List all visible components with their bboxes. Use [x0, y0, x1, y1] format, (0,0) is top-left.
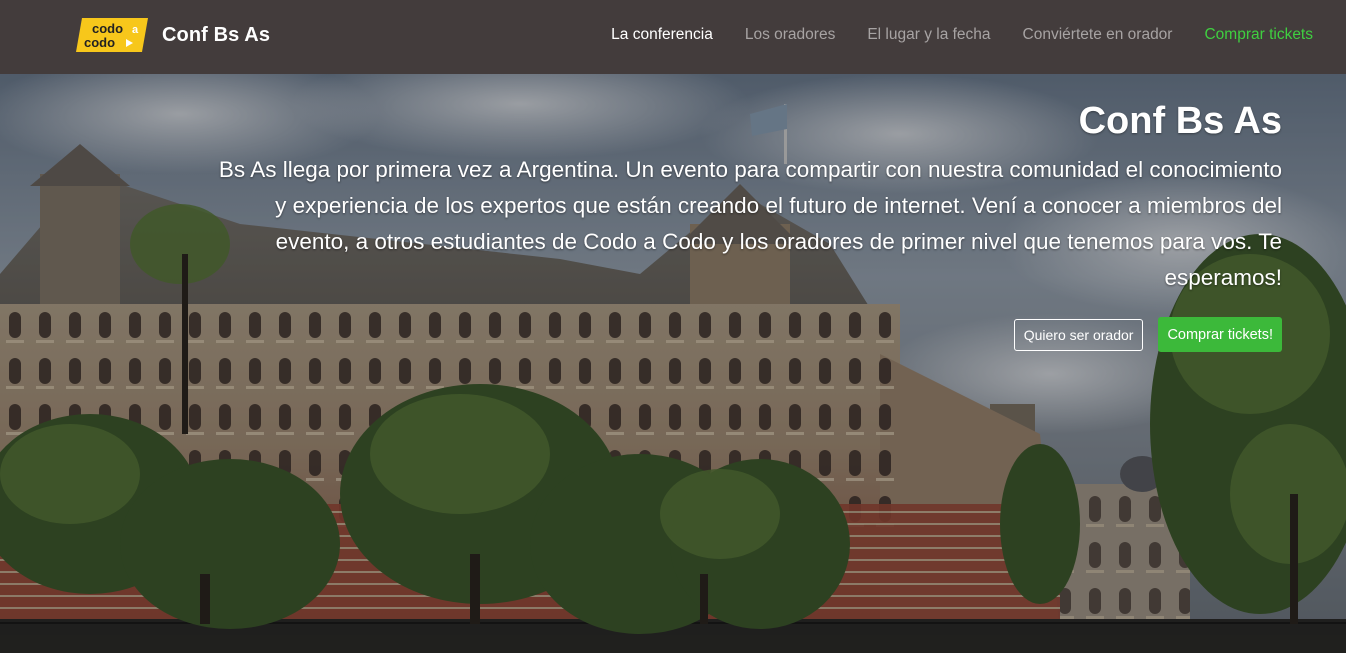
nav-comprar-tickets[interactable]: Comprar tickets: [1204, 26, 1313, 44]
brand-title[interactable]: Conf Bs As: [162, 24, 270, 47]
nav-conviertete-orador[interactable]: Conviértete en orador: [1023, 26, 1173, 44]
hero-buttons: Quiero ser orador Comprar tickets!: [1013, 317, 1282, 352]
svg-text:codo: codo: [84, 35, 115, 50]
comprar-tickets-button[interactable]: Comprar tickets!: [1158, 317, 1282, 352]
nav-lugar-fecha[interactable]: El lugar y la fecha: [867, 26, 990, 44]
hero-title: Conf Bs As: [1078, 100, 1282, 142]
nav-los-oradores[interactable]: Los oradores: [745, 26, 835, 44]
hero-section: Conf Bs As Bs As llega por primera vez a…: [0, 74, 1346, 653]
nav-la-conferencia[interactable]: La conferencia: [611, 26, 713, 44]
hero-description: Bs As llega por primera vez a Argentina.…: [218, 157, 1282, 290]
svg-text:a: a: [132, 24, 139, 36]
codo-a-codo-logo[interactable]: codo codo a: [76, 18, 148, 52]
main-nav: La conferencia Los oradores El lugar y l…: [611, 26, 1313, 44]
navbar: codo codo a Conf Bs As La conferencia Lo…: [0, 0, 1346, 74]
svg-text:codo: codo: [92, 21, 123, 36]
quiero-ser-orador-button[interactable]: Quiero ser orador: [1013, 318, 1144, 351]
